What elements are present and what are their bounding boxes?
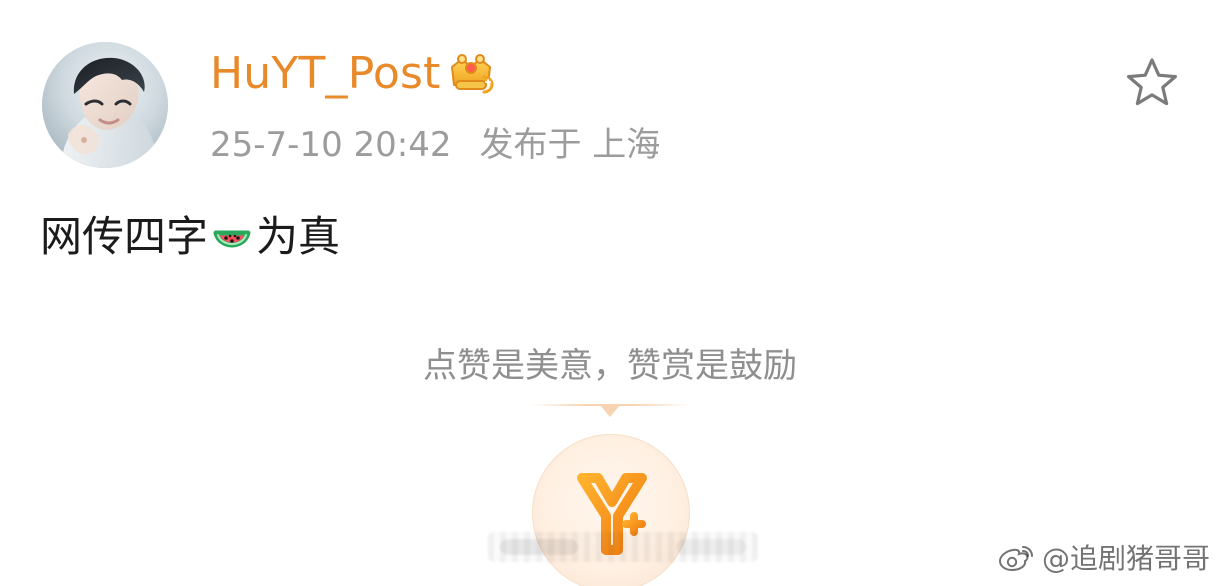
reward-prompt: 点赞是美意，赞赏是鼓励 <box>423 346 797 386</box>
reward-button[interactable] <box>532 434 690 586</box>
watermark: @追剧猪哥哥 <box>998 542 1210 576</box>
post-location: 发布于 上海 <box>479 125 661 165</box>
post-text: 网传四字 为真 <box>40 210 340 264</box>
author-name[interactable]: HuYT_Post <box>210 46 441 102</box>
weibo-post-card: HuYT_Post 25-7-10 20:42 发布于 上海 网传四字 为真 点… <box>0 0 1220 586</box>
reward-bubble-tip <box>600 405 620 417</box>
post-text-part-1: 网传四字 <box>40 212 209 261</box>
weibo-icon <box>998 544 1034 574</box>
post-timestamp: 25-7-10 20:42 <box>210 125 452 165</box>
avatar-image <box>42 42 168 168</box>
blurred-liked-by-strip <box>488 532 758 562</box>
watermark-text: @追剧猪哥哥 <box>1041 542 1210 575</box>
avatar[interactable] <box>42 42 168 168</box>
watermelon-icon <box>210 215 254 259</box>
crown-badge-icon[interactable] <box>444 49 498 95</box>
star-icon[interactable] <box>1124 56 1180 110</box>
post-meta: 25-7-10 20:42 发布于 上海 <box>210 123 660 167</box>
post-text-part-2: 为真 <box>256 212 341 261</box>
